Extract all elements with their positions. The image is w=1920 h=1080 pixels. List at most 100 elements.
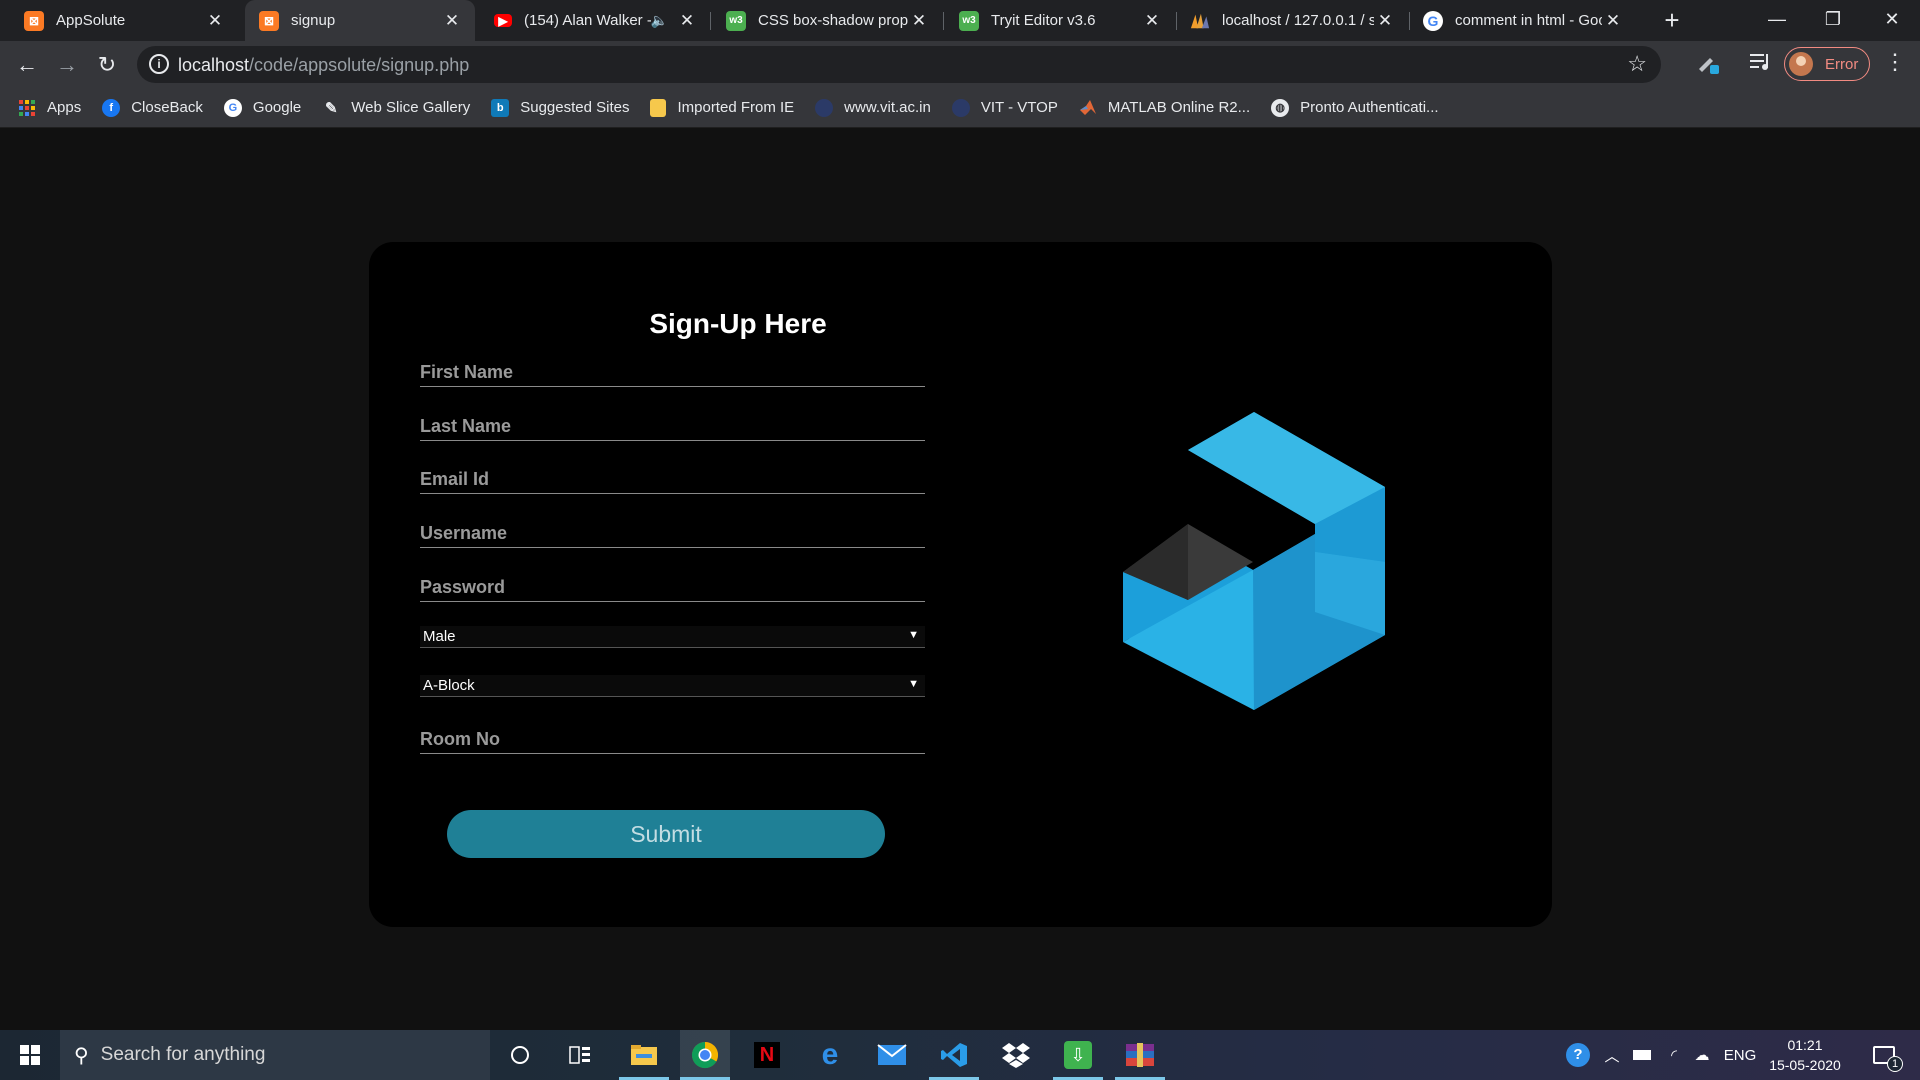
close-window-button[interactable]: ✕ [1864,0,1920,41]
wifi-tray[interactable]: ◜ [1660,1030,1688,1080]
action-center-button[interactable]: 1 [1862,1030,1906,1080]
extension-icon[interactable] [1694,51,1722,81]
bookmark-apps[interactable]: Apps [18,99,81,117]
cortana-button[interactable] [495,1030,545,1080]
new-tab-button[interactable]: + [1657,4,1687,36]
last-name-input[interactable] [420,413,925,439]
onedrive-tray[interactable]: ☁ [1688,1030,1716,1080]
username-input[interactable] [420,520,925,546]
email-input[interactable] [420,466,925,492]
bookmark-vit-vtop[interactable]: VIT - VTOP [951,98,1058,117]
tab-css-box-shadow[interactable]: w3 CSS box-shadow prope ✕ [712,0,942,41]
taskbar-cloud-download[interactable]: ⇩ [1053,1030,1103,1080]
clock-time: 01:21 [1787,1037,1823,1053]
bookmark-label: Suggested Sites [520,99,630,116]
media-controls-icon[interactable] [1746,51,1774,77]
taskbar-netflix[interactable]: N [742,1030,792,1080]
restore-button[interactable]: ❐ [1805,0,1861,41]
battery-icon [1633,1050,1651,1060]
gender-select[interactable]: Male ▼ [420,626,925,648]
bookmark-label: www.vit.ac.in [844,99,931,116]
menu-dots-icon[interactable]: ⋮ [1884,49,1906,75]
bookmark-closeback[interactable]: f CloseBack [102,98,203,117]
tab-phpmyadmin[interactable]: localhost / 127.0.0.1 / s ✕ [1178,0,1408,41]
close-tab-icon[interactable]: ✕ [1374,11,1396,31]
bookmark-star-icon[interactable]: ☆ [1627,51,1647,77]
password-input[interactable] [420,574,925,600]
last-name-field[interactable] [420,413,925,441]
language-text: ENG [1723,1046,1757,1064]
taskbar-chrome[interactable] [680,1030,730,1080]
close-tab-icon[interactable]: ✕ [908,11,930,31]
show-hidden-icons-button[interactable]: ︿ [1600,1030,1624,1080]
tab-youtube[interactable]: ▶ (154) Alan Walker - 🔈 ✕ [480,0,710,41]
chevron-up-icon: ︿ [1604,1047,1620,1065]
mail-icon [877,1044,907,1065]
back-button[interactable]: ← [11,49,43,81]
close-tab-icon[interactable]: ✕ [204,11,226,31]
username-field[interactable] [420,520,925,548]
minimize-button[interactable]: — [1749,0,1805,41]
language-indicator[interactable]: ENG [1722,1030,1758,1080]
speaker-icon[interactable]: 🔈 [651,12,668,29]
email-field[interactable] [420,466,925,494]
xampp-icon: ⊠ [24,10,44,31]
task-view-icon [569,1046,590,1064]
taskbar-edge[interactable]: e [805,1030,855,1080]
reload-button[interactable]: ↻ [91,49,123,81]
info-icon[interactable]: i [149,54,169,74]
dropdown-arrow-icon: ▼ [908,629,919,641]
forward-button[interactable]: → [51,49,83,81]
help-tray-button[interactable]: ? [1561,1030,1595,1080]
url-host: localhost [178,55,250,75]
bookmark-google[interactable]: G Google [223,98,301,117]
close-tab-icon[interactable]: ✕ [1602,11,1624,31]
globe-icon: ◍ [1271,98,1290,117]
taskbar-mail[interactable] [867,1030,917,1080]
first-name-field[interactable] [420,359,925,387]
room-no-field[interactable] [420,726,925,754]
search-icon: ⚲ [74,1044,89,1067]
address-bar[interactable]: i localhost/code/appsolute/signup.php ☆ [137,46,1661,83]
taskbar-clock[interactable]: 01:21 15-05-2020 [1760,1035,1850,1075]
profile-button[interactable]: Error [1784,47,1870,81]
bookmark-web-slice-gallery[interactable]: ✎ Web Slice Gallery [322,99,470,117]
room-no-input[interactable] [420,726,925,752]
signup-card: Sign-Up Here Male ▼ A-Block ▼ Submit [369,242,1552,927]
tab-google-search[interactable]: G comment in html - Goo ✕ [1411,0,1636,41]
bookmark-pronto[interactable]: ◍ Pronto Authenticati... [1271,98,1439,117]
close-tab-icon[interactable]: ✕ [441,11,463,31]
windows-logo-icon [20,1045,40,1065]
taskbar-winrar[interactable] [1115,1030,1165,1080]
winrar-icon [1126,1043,1154,1067]
submit-button[interactable]: Submit [447,810,885,858]
clock-date: 15-05-2020 [1769,1057,1841,1073]
taskbar-vscode[interactable] [929,1030,979,1080]
tab-appsolute[interactable]: ⊠ AppSolute ✕ [0,0,238,41]
task-view-button[interactable] [555,1030,605,1080]
google-icon: G [1423,10,1443,31]
battery-tray[interactable] [1628,1030,1656,1080]
appsolute-logo [1123,412,1385,710]
url-text[interactable]: localhost/code/appsolute/signup.php [178,55,469,76]
bookmark-suggested-sites[interactable]: b Suggested Sites [491,98,630,117]
tab-tryit-editor[interactable]: w3 Tryit Editor v3.6 ✕ [945,0,1175,41]
first-name-input[interactable] [420,359,925,385]
web-slice-icon: ✎ [324,99,338,117]
start-button[interactable] [0,1030,60,1080]
close-tab-icon[interactable]: ✕ [676,11,698,31]
google-icon: G [223,98,242,117]
bookmark-imported-from-ie[interactable]: Imported From IE [650,98,794,117]
bookmark-label: Apps [47,99,82,116]
vit-icon [951,98,970,117]
bookmark-matlab-online[interactable]: MATLAB Online R2... [1079,99,1250,117]
taskbar-search-box[interactable]: ⚲ Search for anything [60,1030,490,1080]
bookmark-vit-ac-in[interactable]: www.vit.ac.in [815,98,931,117]
tab-signup[interactable]: ⊠ signup ✕ [245,0,475,41]
folder-icon [650,98,667,117]
password-field[interactable] [420,574,925,602]
taskbar-dropbox[interactable] [991,1030,1041,1080]
close-tab-icon[interactable]: ✕ [1141,11,1163,31]
taskbar-file-explorer[interactable] [619,1030,669,1080]
block-select[interactable]: A-Block ▼ [420,675,925,697]
